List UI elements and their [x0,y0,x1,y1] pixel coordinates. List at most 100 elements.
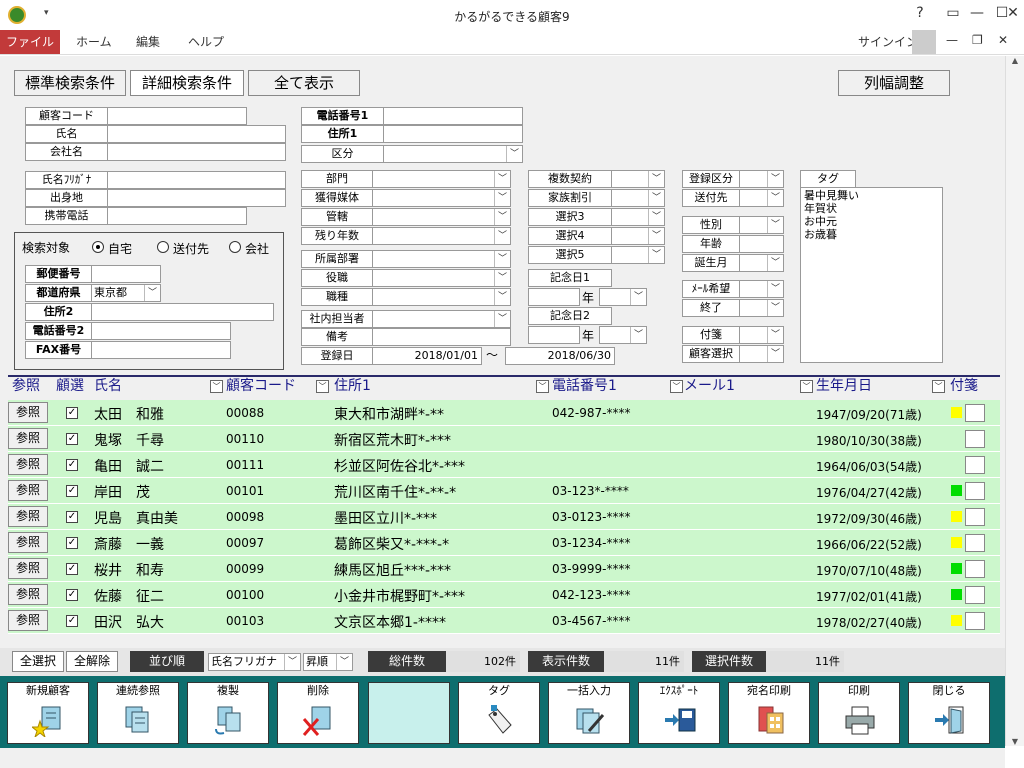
age-input[interactable] [739,235,784,253]
signin-link[interactable]: サインイン [858,33,918,50]
tab-detail-search[interactable]: 詳細検索条件 [130,70,244,96]
tag-item[interactable]: 年賀状 [804,202,939,215]
radio-destination[interactable] [157,241,169,253]
continuous-view-button[interactable]: 連続参照 [97,682,179,744]
reference-button[interactable]: 参照 [8,428,48,449]
name-kana-input[interactable] [107,171,286,189]
sticky-tag-button[interactable] [965,560,985,578]
export-button[interactable]: ｴｸｽﾎﾟｰﾄ [638,682,720,744]
anniversary2-month-select[interactable]: ﹀ [599,326,647,344]
show-all-button[interactable]: 全て表示 [248,70,360,96]
tag-list[interactable]: 暑中見舞い 年賀状 お中元 お歳暮 [800,187,943,363]
reference-button[interactable]: 参照 [8,610,48,631]
ribbon-minimize-icon[interactable]: — [946,33,958,47]
birthplace-input[interactable] [107,189,286,207]
customer-code-input[interactable] [107,107,247,125]
radio-home[interactable] [92,241,104,253]
duplicate-button[interactable]: 複製 [187,682,269,744]
multi-contract-select[interactable]: ﹀ [611,170,665,188]
company-input[interactable] [107,143,286,161]
birth-month-select[interactable]: ﹀ [739,254,784,272]
table-row[interactable]: 参照 ✓ 田沢 弘大 00103 文京区本郷1-**** 03-4567-**** 1978… [8,608,1000,634]
sort-dropdown-icon[interactable]: ﹀ [800,380,813,393]
menu-home[interactable]: ホーム [76,33,112,50]
dept-select[interactable]: ﹀ [372,170,511,188]
row-checkbox[interactable]: ✓ [66,433,78,445]
bulk-input-button[interactable]: 一括入力 [548,682,630,744]
sort-direction-select[interactable]: 昇順 ﹀ [303,653,353,671]
gender-select[interactable]: ﹀ [739,216,784,234]
sort-dropdown-icon[interactable]: ﹀ [210,380,223,393]
reference-button[interactable]: 参照 [8,480,48,501]
menu-edit[interactable]: 編集 [136,33,160,50]
media-select[interactable]: ﹀ [372,189,511,207]
sort-dropdown-icon[interactable]: ﹀ [932,380,945,393]
tab-standard-search[interactable]: 標準検索条件 [14,70,126,96]
table-row[interactable]: 参照 ✓ 桜井 和寿 00099 練馬区旭丘***-*** 03-9999-**** 197… [8,556,1000,582]
avatar[interactable] [912,30,936,54]
sticky-tag-button[interactable] [965,586,985,604]
menu-file[interactable]: ファイル [0,30,60,54]
header-address[interactable]: 住所1 ﹀ [334,376,550,398]
label-print-button[interactable]: 宛名印刷 [728,682,810,744]
row-checkbox[interactable]: ✓ [66,459,78,471]
sticky-tag-button[interactable] [965,508,985,526]
sticky-tag-button[interactable] [965,612,985,630]
mobile-input[interactable] [107,207,247,225]
reference-button[interactable]: 参照 [8,402,48,423]
close-doc-icon[interactable]: ✕ [998,33,1008,47]
ribbon-display-icon[interactable]: ▭ [943,5,963,21]
postal-input[interactable] [91,265,161,283]
occupation-select[interactable]: ﹀ [372,288,511,306]
table-row[interactable]: 参照 ✓ 太田 和雅 00088 東大和市湖畔*-** 042-987-**** 1947/… [8,400,1000,426]
sticky-tag-button[interactable] [965,534,985,552]
new-customer-button[interactable]: 新規顧客 [7,682,89,744]
row-checkbox[interactable]: ✓ [66,589,78,601]
staff-select[interactable]: ﹀ [372,310,511,328]
anniversary2-year-input[interactable] [528,326,580,344]
header-phone[interactable]: 電話番号1 ﹀ [552,376,683,398]
sort-field-select[interactable]: 氏名フリガナ ﹀ [208,653,301,671]
category-select[interactable]: ﹀ [383,145,523,163]
deselect-all-button[interactable]: 全解除 [66,651,118,672]
name-input[interactable] [107,125,286,143]
row-checkbox[interactable]: ✓ [66,615,78,627]
tag-item[interactable]: お中元 [804,215,939,228]
regdate-to-input[interactable]: 2018/06/30 [505,347,615,365]
row-checkbox[interactable]: ✓ [66,537,78,549]
help-icon[interactable]: ? [910,5,930,21]
reference-button[interactable]: 参照 [8,532,48,553]
table-row[interactable]: 参照 ✓ 亀田 誠二 00111 杉並区阿佐谷北*-*** 1964/06/03(54歳) [8,452,1000,478]
remaining-years-select[interactable]: ﹀ [372,227,511,245]
column-width-button[interactable]: 列幅調整 [838,70,950,96]
table-row[interactable]: 参照 ✓ 岸田 茂 00101 荒川区南千住*-**-* 03-123*-**** 1976… [8,478,1000,504]
reference-button[interactable]: 参照 [8,558,48,579]
regdate-from-input[interactable]: 2018/01/01 [372,347,482,365]
tag-item[interactable]: お歳暮 [804,228,939,241]
reference-button[interactable]: 参照 [8,454,48,475]
table-row[interactable]: 参照 ✓ 鬼塚 千尋 00110 新宿区荒木町*-*** 1980/10/30(38歳) [8,426,1000,452]
note-input[interactable] [372,328,511,346]
anniversary1-year-input[interactable] [528,288,580,306]
send-to-select[interactable]: ﹀ [739,189,784,207]
reference-button[interactable]: 参照 [8,506,48,527]
sort-dropdown-icon[interactable]: ﹀ [536,380,549,393]
tag-item[interactable]: 暑中見舞い [804,189,939,202]
phone2-input[interactable] [91,322,231,340]
row-checkbox[interactable]: ✓ [66,407,78,419]
address1-input[interactable] [383,125,523,143]
sort-dropdown-icon[interactable]: ﹀ [670,380,683,393]
sticky-tag-button[interactable] [965,482,985,500]
header-mail[interactable]: メール1 ﹀ [684,376,816,398]
tag-button[interactable]: タグ [458,682,540,744]
menu-help[interactable]: ヘルプ [188,33,224,50]
vertical-scrollbar[interactable]: ▲ ▼ [1005,56,1024,746]
address2-input[interactable] [91,303,274,321]
sticky-select[interactable]: ﹀ [739,326,784,344]
close-button[interactable]: 閉じる [908,682,990,744]
phone1-input[interactable] [383,107,523,125]
select-all-button[interactable]: 全選択 [12,651,64,672]
reference-button[interactable]: 参照 [8,584,48,605]
reg-category-select[interactable]: ﹀ [739,170,784,188]
table-row[interactable]: 参照 ✓ 児島 真由美 00098 墨田区立川*-*** 03-0123-**** 1972… [8,504,1000,530]
